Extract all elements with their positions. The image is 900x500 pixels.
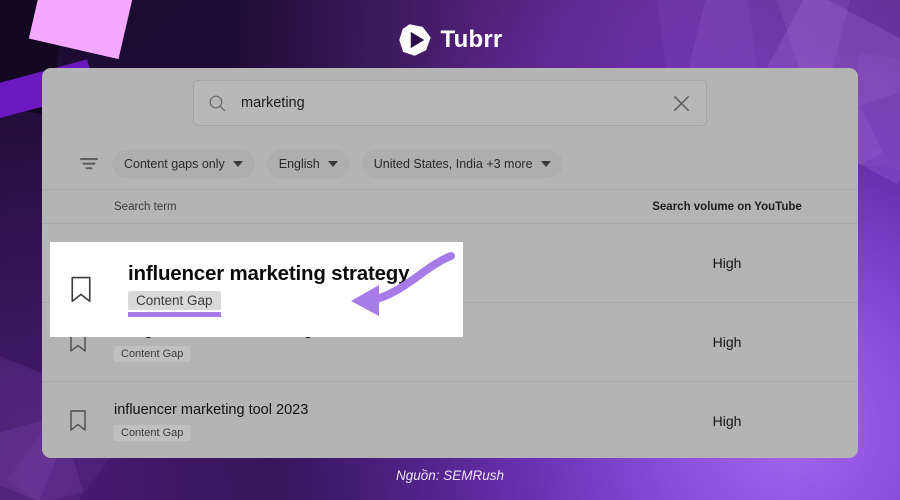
search-bar[interactable]: marketing — [193, 80, 707, 126]
column-header-search-volume: Search volume on YouTube — [652, 200, 802, 213]
search-volume-value: High — [712, 334, 742, 350]
filter-pill-language[interactable]: English — [266, 149, 350, 178]
bookmark-icon[interactable] — [68, 275, 94, 305]
filter-icon[interactable] — [78, 155, 100, 173]
source-caption: Nguồn: SEMRush — [395, 468, 505, 483]
chevron-down-icon — [540, 160, 551, 167]
search-volume-value: High — [712, 413, 742, 429]
column-header-search-term: Search term — [114, 200, 177, 213]
search-icon — [209, 95, 226, 111]
chevron-down-icon — [232, 160, 243, 167]
curved-arrow-icon — [351, 252, 455, 316]
filter-pill-label: Content gaps only — [124, 156, 225, 171]
bookmark-cell[interactable] — [68, 409, 114, 433]
filter-pill-label: English — [278, 156, 320, 171]
tubrr-play-logo-icon — [398, 24, 431, 56]
close-icon[interactable] — [671, 93, 692, 114]
bookmark-icon[interactable] — [68, 409, 88, 433]
search-term-text: influencer marketing tool 2023 — [114, 401, 309, 418]
content-gap-badge: Content Gap — [128, 291, 221, 310]
content-gap-badge: Content Gap — [114, 345, 191, 362]
filter-pill-content-gaps[interactable]: Content gaps only — [112, 149, 255, 178]
filter-row: Content gaps only English United States,… — [42, 138, 858, 190]
highlight-underline — [128, 312, 221, 317]
highlight-badge-group: Content Gap — [128, 291, 221, 317]
filter-pill-countries[interactable]: United States, India +3 more — [361, 149, 563, 178]
content-gap-badge: Content Gap — [114, 424, 191, 441]
bookmark-cell[interactable] — [68, 275, 120, 305]
search-volume-value: High — [712, 255, 742, 271]
table-header: Search term Search volume on YouTube — [42, 190, 858, 224]
search-input[interactable]: marketing — [241, 95, 657, 111]
chevron-down-icon — [327, 160, 338, 167]
search-zone: marketing — [42, 68, 858, 138]
term-cell: influencer marketing tool 2023 Content G… — [114, 402, 632, 441]
filter-pill-label: United States, India +3 more — [373, 156, 533, 171]
table-row[interactable]: influencer marketing tool 2023 Content G… — [42, 382, 858, 458]
brand-name: Tubrr — [440, 26, 503, 53]
app-logo: Tubrr — [0, 20, 900, 60]
